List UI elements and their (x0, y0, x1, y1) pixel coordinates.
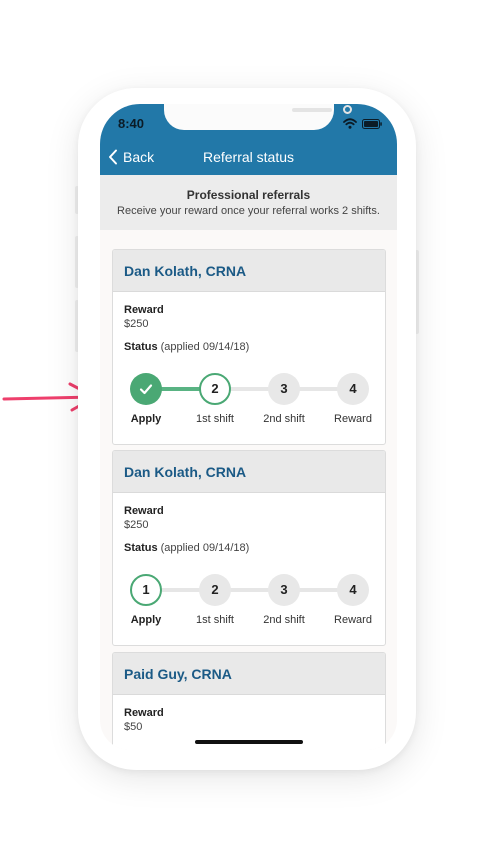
status-line: Status (applied 09/14/18) (124, 542, 374, 554)
step-2: 2 (199, 574, 231, 606)
step-1-label: Apply (130, 614, 162, 626)
step-4: 4 (337, 574, 369, 606)
banner-subtitle: Receive your reward once your referral w… (117, 205, 380, 217)
step-4-label: Reward (334, 413, 372, 425)
step-2-label: 1st shift (196, 413, 234, 425)
camera (343, 105, 352, 114)
card-body: Reward $50 (113, 695, 385, 733)
step-3: 3 (268, 574, 300, 606)
progress-stepper: 2 3 4 Apply 1st shift 2nd shift Reward (124, 373, 376, 429)
page-title: Referral status (202, 149, 295, 165)
card-header: Dan Kolath, CRNA (113, 250, 385, 292)
battery-icon (362, 119, 382, 129)
checkmark-icon (139, 384, 153, 395)
status-label: Status (124, 341, 158, 353)
card-body: Reward $250 Status (applied 09/14/18) 2 3… (113, 292, 385, 429)
reward-value: $50 (124, 721, 143, 733)
reward-label: Reward (124, 505, 164, 517)
status-time: 8:40 (118, 116, 145, 131)
step-3: 3 (268, 373, 300, 405)
step-4-label: Reward (334, 614, 372, 626)
referral-name: Dan Kolath, CRNA (124, 464, 247, 480)
step-2-label: 1st shift (196, 614, 234, 626)
step-3-label: 2nd shift (263, 614, 305, 626)
referral-name: Dan Kolath, CRNA (124, 263, 247, 279)
status-label: Status (124, 542, 158, 554)
step-1-current: 1 (130, 574, 162, 606)
card-header: Dan Kolath, CRNA (113, 451, 385, 493)
step-1-label: Apply (130, 413, 162, 425)
step-1-complete (130, 373, 162, 405)
progress-stepper: 1 2 3 4 Apply 1st shift 2nd shift Reward (124, 574, 376, 630)
card-body: Reward $250 Status (applied 09/14/18) 1 2… (113, 493, 385, 630)
step-2-current: 2 (199, 373, 231, 405)
reward-label: Reward (124, 304, 164, 316)
referral-name: Paid Guy, CRNA (124, 666, 232, 682)
progress-track (146, 588, 353, 592)
wifi-icon (343, 118, 357, 129)
app-header: 8:40 Back Referral status (100, 104, 397, 175)
home-indicator[interactable] (195, 740, 303, 744)
reward-value: $250 (124, 318, 149, 330)
referral-card[interactable]: Dan Kolath, CRNA Reward $250 Status (appl… (112, 249, 386, 445)
step-3-label: 2nd shift (263, 413, 305, 425)
reward-label: Reward (124, 707, 164, 719)
referral-card[interactable]: Dan Kolath, CRNA Reward $250 Status (appl… (112, 450, 386, 646)
phone-screen: 8:40 Back Referral status Professional r… (100, 104, 397, 750)
reward-value: $250 (124, 519, 149, 531)
notch (164, 104, 352, 130)
info-banner: Professional referrals Receive your rewa… (100, 175, 397, 230)
speaker (292, 108, 332, 112)
card-header: Paid Guy, CRNA (113, 653, 385, 695)
status-detail: (applied 09/14/18) (160, 341, 250, 353)
step-4: 4 (337, 373, 369, 405)
banner-title: Professional referrals (186, 188, 311, 202)
status-detail: (applied 09/14/18) (160, 542, 250, 554)
referral-card[interactable]: Paid Guy, CRNA Reward $50 (112, 652, 386, 750)
status-line: Status (applied 09/14/18) (124, 341, 374, 353)
